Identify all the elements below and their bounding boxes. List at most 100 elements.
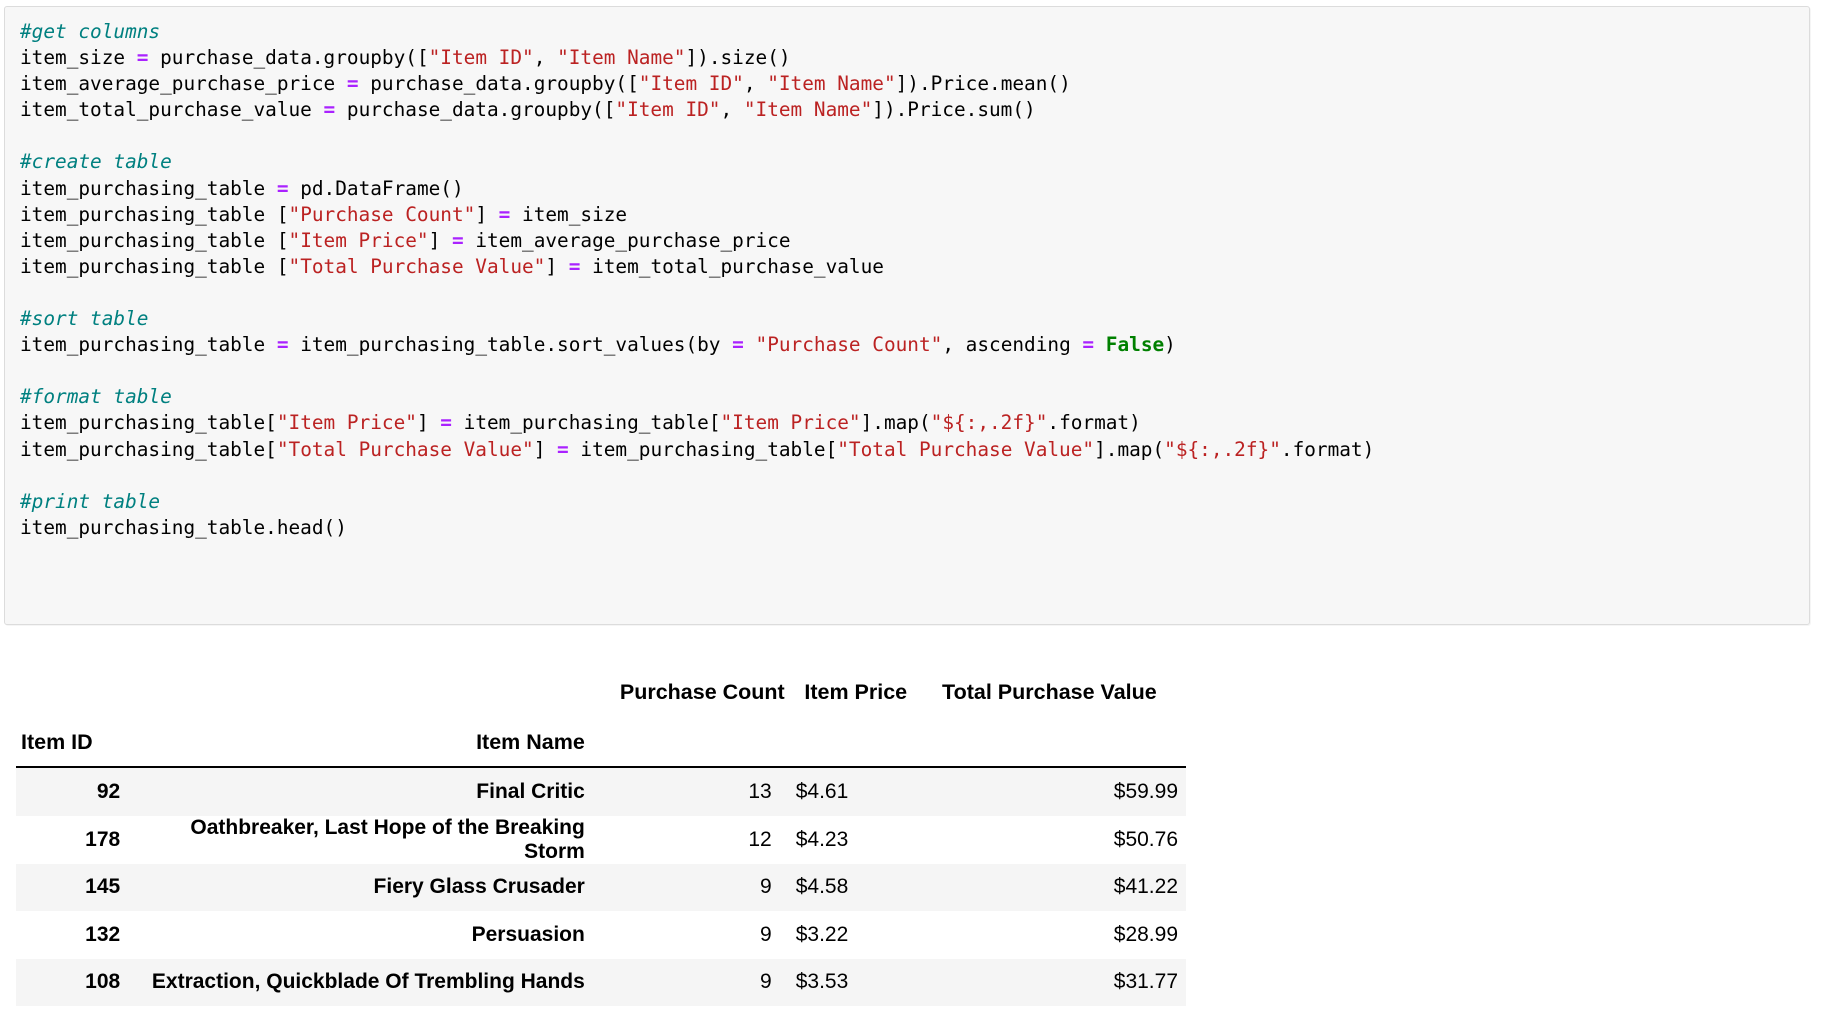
code-token: #sort table [20,307,149,331]
code-token: ] [428,228,452,252]
code-token: item_purchasing_table [20,333,277,357]
cell-total-purchase-value: $50.76 [1113,827,1178,851]
cell-total-purchase-value: $41.22 [1113,875,1178,899]
cell-item-id: 108 [85,970,121,994]
header-blank-count [592,718,790,768]
code-token: = [136,46,149,70]
code-token: , [720,98,744,122]
code-token: item_purchasing_table [20,176,277,200]
cell-item-price: $3.53 [795,970,849,994]
code-token: "Item ID" [428,46,534,70]
code-line: item_total_purchase_value = purchase_dat… [20,97,1795,123]
code-token: item_purchasing_table [ [20,228,289,252]
code-token: "Total Purchase Value" [276,437,534,461]
code-line: item_purchasing_table.head() [20,515,1795,541]
code-cell[interactable]: #get columns item_size = purchase_data.gr… [4,6,1810,625]
code-token: "Item Name" [767,72,896,96]
code-token: "Item Price" [288,228,429,252]
cell-total-purchase-value: $59.99 [1113,779,1178,803]
code-token: "Total Purchase Value" [837,437,1095,461]
code-token: "Item Price" [720,411,861,435]
cell-total-purchase-value: $28.99 [1113,922,1178,946]
code-token: .format) [1280,437,1375,461]
code-token: ].map( [1094,437,1165,461]
code-token: "Item Name" [557,46,686,70]
code-line: item_purchasing_table = pd.DataFrame() [20,176,1795,202]
code-token: ]).Price.mean() [895,72,1071,96]
cell-item-name: Oathbreaker, Last Hope of the Breaking S… [190,815,585,863]
code-token: = [451,228,464,252]
code-token: ] [416,411,441,435]
code-token: "Item ID" [615,98,721,122]
header-purchase-count: Purchase Count [619,679,785,704]
code-token: item_purchasing_table[ [568,437,838,461]
table-row: 92 Final Critic 13 $4.61 $59.99 [16,767,1186,816]
table-row: 145 Fiery Glass Crusader 9 $4.58 $41.22 [16,863,1186,911]
code-token: ]).Price.sum() [872,98,1036,122]
table-row: 108 Extraction, Quickblade Of Trembling H… [16,958,1186,1006]
cell-item-price: $3.22 [795,922,849,946]
cell-item-price: $4.23 [795,827,849,851]
code-token: .format) [1047,411,1141,435]
code-token: = [323,98,336,122]
code-line: #create table [20,149,1795,175]
header-spacer-item-id [16,668,126,718]
code-token: "Purchase Count" [288,202,476,226]
code-token: = [440,411,452,435]
code-line: item_average_purchase_price = purchase_d… [20,71,1795,97]
cell-item-id: 145 [85,875,121,899]
cell-item-id: 132 [85,922,121,946]
code-token: #get columns [20,20,161,43]
code-token: item_purchasing_table[ [20,411,277,435]
table-header-index-row: Item ID Item Name [16,718,1186,768]
code-token: item_average_purchase_price [20,72,347,96]
code-token: item_purchasing_table [ [20,254,289,278]
code-token: #print table [20,489,161,513]
code-token: purchase_data.groupby([ [358,72,639,96]
code-token: item_average_purchase_price [463,228,791,252]
table-body: 92 Final Critic 13 $4.61 $59.99 178 Oathbreake… [16,767,1186,1006]
code-token: , [533,46,558,70]
code-line: item_purchasing_table = item_purchasing_… [20,332,1795,358]
code-line: #print table [20,489,1795,515]
code-token: item_purchasing_table.sort_values(by [288,333,733,357]
code-line: #sort table [20,306,1795,332]
code-token: = [732,333,744,357]
cell-total-purchase-value: $31.77 [1113,970,1178,994]
code-token: item_purchasing_table [ [20,202,289,226]
header-blank-total [920,718,1186,768]
code-line: item_size = purchase_data.groupby(["Item… [20,45,1795,71]
code-token: = [276,333,289,357]
code-token: item_purchasing_table.head() [20,515,347,539]
cell-purchase-count: 12 [748,827,772,851]
cell-item-price: $4.58 [795,875,849,899]
cell-item-name: Extraction, Quickblade Of Trembling Hand… [151,970,585,994]
code-token: item_total_purchase_value [20,98,324,122]
code-token: #format table [20,385,172,409]
code-token: False [1105,333,1165,357]
code-line: item_purchasing_table["Total Purchase Va… [20,437,1795,463]
code-source[interactable]: #get columns item_size = purchase_data.gr… [20,19,1795,541]
cell-item-name: Fiery Glass Crusader [373,875,585,899]
code-token: = [568,254,581,278]
code-token: "Item Name" [743,98,873,122]
cell-item-id: 92 [96,779,121,803]
code-token: "${:,.2f}" [930,411,1048,435]
code-token: ]).size() [685,46,791,70]
code-line: item_purchasing_table ["Item Price"] = i… [20,228,1795,254]
cell-purchase-count: 9 [760,875,772,899]
code-token: "${:,.2f}" [1164,437,1281,461]
code-token: item_purchasing_table[ [20,437,277,461]
code-token: item_size [510,202,628,226]
header-spacer-item-name [126,668,593,718]
cell-purchase-count: 13 [748,779,772,803]
code-token: pd.DataFrame() [288,176,464,200]
cell-item-name: Final Critic [476,779,585,803]
code-token: "Purchase Count" [755,333,943,357]
code-token: item_total_purchase_value [580,254,884,278]
